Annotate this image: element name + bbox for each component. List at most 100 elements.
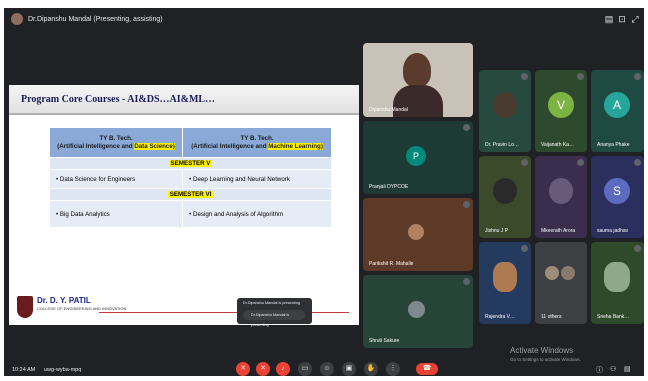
pravin-name: Dr. Pravin Lo… (485, 142, 519, 148)
mic-off-icon (634, 245, 641, 252)
mic-off-icon (463, 124, 470, 131)
slide-header: Program Core Courses - AI&DS…AI&ML… (9, 85, 359, 115)
mic-off-icon (577, 159, 584, 166)
sem6-right-cell: • Design and Analysis of Algorithm (182, 200, 332, 228)
captions-icon: ▭ (301, 365, 309, 372)
col1-highlight: Data Science) (134, 142, 175, 150)
col2-part1: (Artificial Intelligence and (191, 142, 269, 150)
others-avatar-1 (545, 266, 559, 280)
phone-icon: ☎ (422, 365, 432, 372)
pin-icon[interactable]: ⊡ (617, 14, 627, 24)
shruti-name: Shruti Sakure (369, 338, 400, 344)
tile-others[interactable]: 11 others (535, 242, 587, 324)
tile-presenter[interactable]: Dipanshu Mandal (363, 43, 473, 117)
sauma-name: sauma jadhav (597, 228, 629, 234)
col2-highlight: Machine Learning) (268, 142, 323, 150)
meeting-code: uwg-wyba-mpq (44, 367, 82, 373)
tile-jishnu[interactable]: Jishnu J P (479, 156, 531, 238)
tile-vaijanath[interactable]: V Vaijanath Ka… (535, 70, 587, 152)
semester5-row: SEMESTER V (49, 157, 332, 170)
sneha-name: Sneha Bank… (597, 314, 630, 320)
jishnu-photo (493, 178, 517, 204)
mkeerath-photo (549, 178, 573, 204)
tile-pranjali[interactable]: P Pranjali DYPCOE (363, 121, 473, 194)
col1-part1: (Artificial Intelligence and (57, 142, 135, 150)
camera-off-icon: ✕ (260, 365, 266, 372)
vaijanath-avatar: V (548, 92, 574, 118)
presenter-name: Dipanshu Mandal (369, 107, 408, 113)
hand-icon: ✋ (366, 365, 376, 372)
mic-toggle-button[interactable]: ✕ (236, 362, 250, 376)
college-name: Dr. D. Y. PATIL (37, 296, 91, 305)
ananya-name: Ananya Phake (597, 142, 630, 148)
activate-windows-title: Activate Windows (510, 346, 574, 355)
presenting-popup: Dr.Dipanshu Mandal is presenting Dr.Dipa… (237, 298, 312, 327)
presenter-photo (403, 53, 431, 87)
clock: 10:24 AM (12, 367, 36, 373)
presenter-avatar (11, 13, 23, 25)
tile-mkeerath[interactable]: Mkeerath Arora (535, 156, 587, 238)
col2-prefix: TY B. Tech. (240, 134, 274, 142)
col1-header: TY B. Tech. (Artificial Intelligence and… (48, 127, 184, 158)
mic-off-icon (634, 159, 641, 166)
sauma-avatar: S (604, 178, 630, 204)
rajendra-photo (493, 262, 517, 292)
sem6-right: Design and Analysis of Algorithm (192, 210, 284, 218)
pranjali-name: Pranjali DYPCOE (369, 184, 409, 190)
people-icon[interactable]: ⚇ (610, 365, 616, 373)
top-bar: Dr.Dipanshu Mandal (Presenting, assistin… (4, 8, 644, 30)
mic-off-icon (463, 201, 470, 208)
course-table: TY B. Tech. (Artificial Intelligence and… (48, 127, 332, 228)
rajendra-name: Rajendra V… (485, 314, 516, 320)
mic-off-icon: ✕ (240, 365, 246, 372)
mkeerath-name: Mkeerath Arora (541, 228, 576, 234)
parikshit-name: Parikshit R. Mahalle (369, 261, 414, 267)
ananya-avatar: A (604, 92, 630, 118)
chat-icon[interactable]: ▤ (624, 365, 631, 373)
end-call-button[interactable]: ☎ (416, 363, 438, 375)
others-label: 11 others (541, 314, 562, 320)
college-logo (17, 296, 33, 318)
mic-icon: ♪ (281, 365, 285, 372)
captions-button[interactable]: ▭ (298, 362, 312, 376)
mic-off-icon (521, 159, 528, 166)
tile-sneha[interactable]: Sneha Bank… (591, 242, 644, 324)
tile-rajendra[interactable]: Rajendra V… (479, 242, 531, 324)
activate-windows-subtitle: Go to Settings to activate Windows. (510, 357, 582, 362)
col1-prefix: TY B. Tech. (99, 134, 133, 142)
tile-sauma[interactable]: S sauma jadhav (591, 156, 644, 238)
sem5-left: Data Science for Engineers (59, 175, 136, 183)
sneha-photo (604, 262, 630, 292)
info-icon[interactable]: ⓘ (596, 365, 603, 375)
semester6-row: SEMESTER VI (49, 188, 332, 201)
pravin-photo (493, 92, 517, 118)
layout-icon[interactable]: ▤ (604, 14, 614, 24)
sem6-left-cell: • Big Data Analytics (48, 200, 184, 228)
college-subtitle: COLLEGE OF ENGINEERING AND INNOVATION (37, 306, 127, 311)
parikshit-photo (408, 224, 424, 240)
tile-parikshit[interactable]: Parikshit R. Mahalle (363, 198, 473, 271)
mic-button[interactable]: ♪ (276, 362, 290, 376)
mic-off-icon (521, 245, 528, 252)
more-options-button[interactable]: ⋮ (386, 362, 400, 376)
emoji-button[interactable]: ☺ (320, 362, 334, 376)
mic-off-icon (463, 278, 470, 285)
slide-title: Program Core Courses - AI&DS…AI&ML… (21, 94, 216, 105)
present-button[interactable]: ▣ (342, 362, 356, 376)
others-avatar-2 (561, 266, 575, 280)
meet-window: Dr.Dipanshu Mandal (Presenting, assistin… (4, 8, 644, 376)
presenting-chip[interactable]: Dr.Dipanshu Mandal is presenting (243, 310, 305, 327)
semester5-label: SEMESTER V (168, 160, 213, 167)
camera-toggle-button[interactable]: ✕ (256, 362, 270, 376)
tile-shruti[interactable]: Shruti Sakure (363, 275, 473, 348)
sem5-right: Deep Learning and Neural Network (192, 175, 290, 183)
jishnu-name: Jishnu J P (485, 228, 509, 234)
shruti-photo (408, 301, 425, 318)
mic-off-icon (577, 73, 584, 80)
raise-hand-button[interactable]: ✋ (364, 362, 378, 376)
tile-pravin[interactable]: Dr. Pravin Lo… (479, 70, 531, 152)
tile-ananya[interactable]: A Ananya Phake (591, 70, 644, 152)
mic-off-icon (521, 73, 528, 80)
present-icon: ▣ (345, 365, 353, 372)
fullscreen-icon[interactable]: ⤢ (630, 14, 640, 24)
